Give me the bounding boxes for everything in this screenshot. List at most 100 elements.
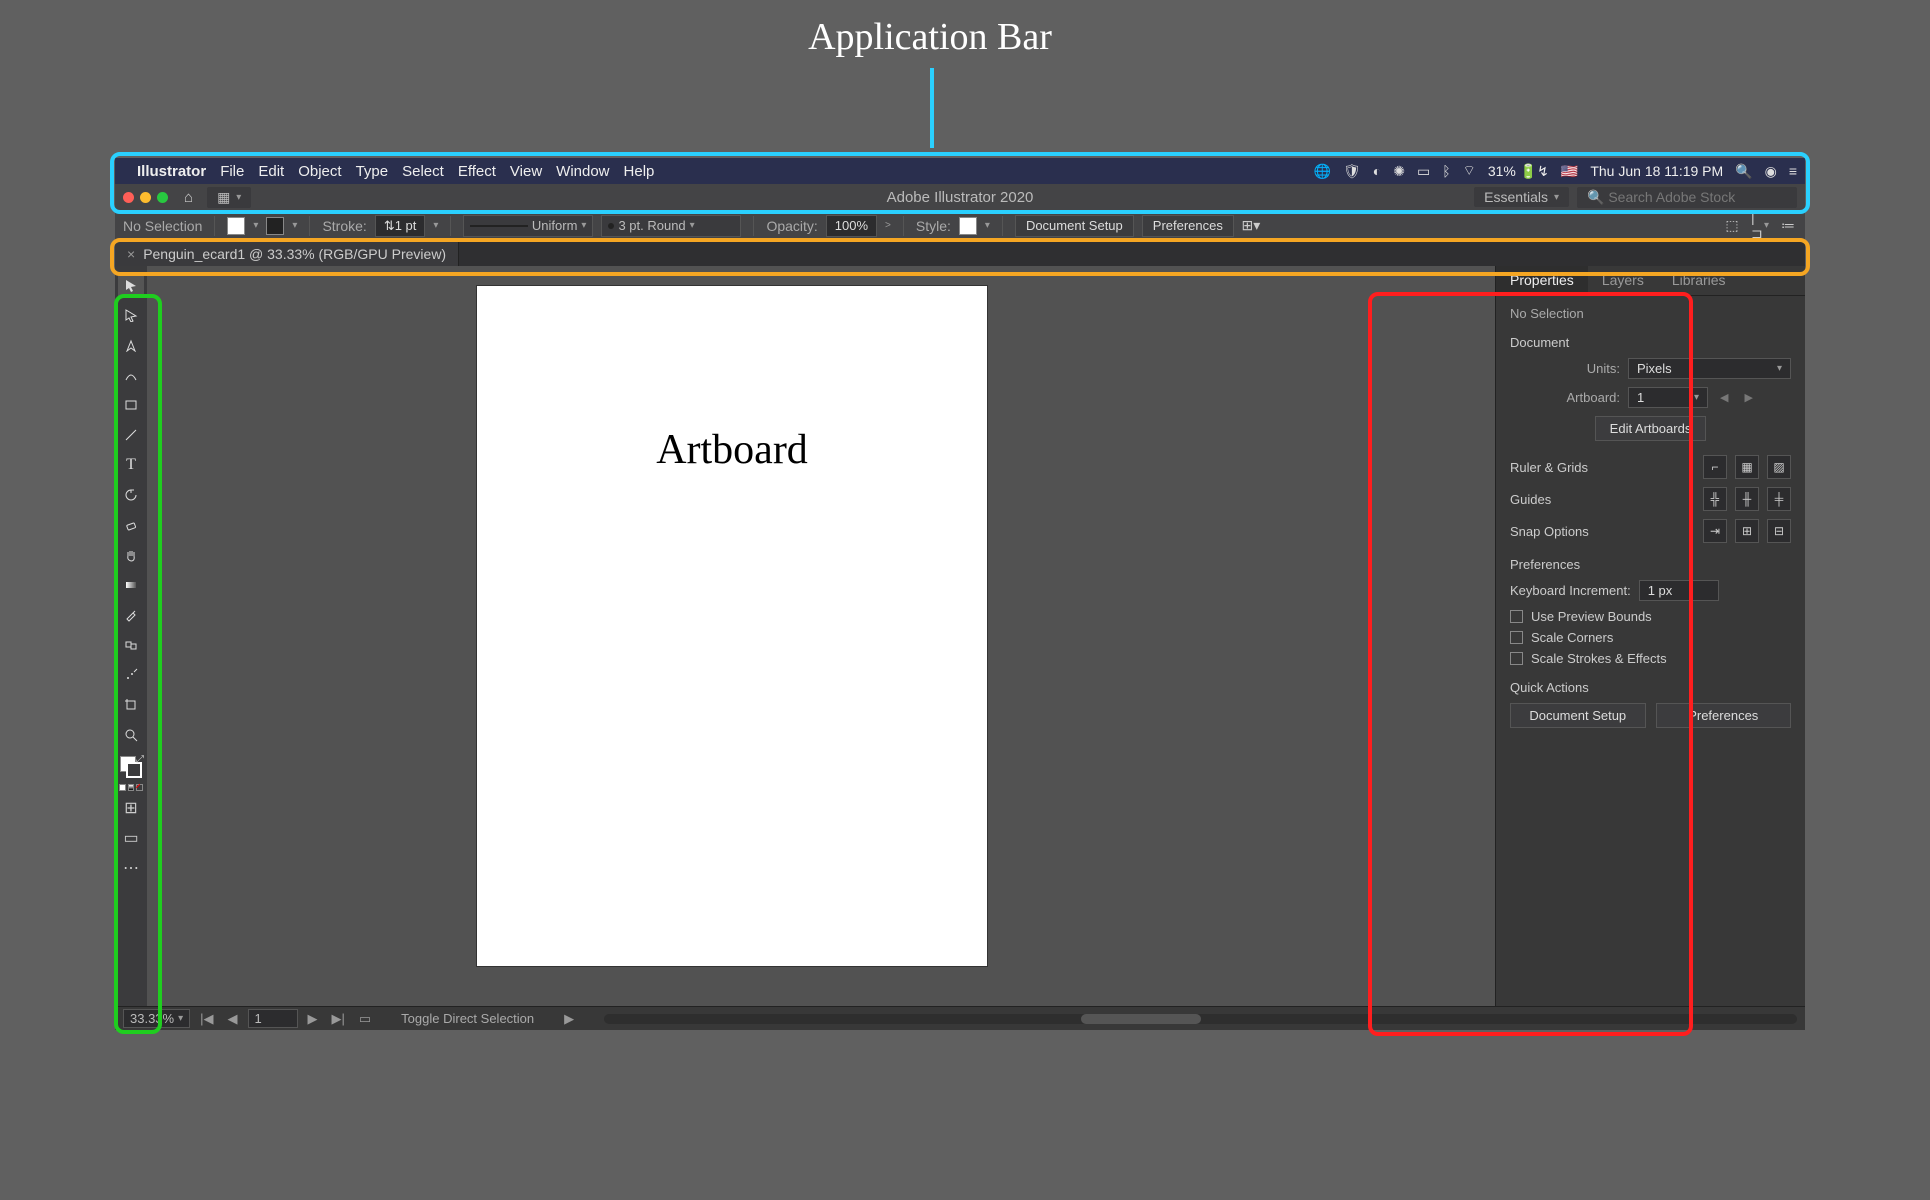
battery-status[interactable]: 31% 🔋↯ bbox=[1488, 163, 1549, 180]
variable-width-profile-dropdown[interactable]: Uniform ▾ bbox=[463, 215, 593, 237]
last-artboard-button[interactable]: ▶| bbox=[328, 1011, 349, 1027]
grid-toggle-icon[interactable]: ▦ bbox=[1735, 455, 1759, 479]
qa-document-setup-button[interactable]: Document Setup bbox=[1510, 703, 1646, 728]
use-preview-bounds-checkbox[interactable]: Use Preview Bounds bbox=[1510, 609, 1791, 624]
eraser-tool[interactable] bbox=[118, 512, 144, 538]
menu-object[interactable]: Object bbox=[298, 163, 341, 180]
snap-pixel-icon[interactable]: ⊟ bbox=[1767, 519, 1791, 543]
menu-select[interactable]: Select bbox=[402, 163, 444, 180]
globe-icon[interactable]: 🌐 bbox=[1314, 163, 1331, 180]
isolation-icon[interactable]: ⬚ bbox=[1723, 217, 1741, 235]
stroke-weight-stepper[interactable]: ⇅ 1 pt bbox=[375, 215, 426, 237]
shield-icon[interactable]: 🛡 bbox=[1343, 163, 1361, 180]
style-label[interactable]: Style: bbox=[916, 218, 951, 234]
next-artboard-nav-button[interactable]: ▶ bbox=[304, 1011, 322, 1027]
spotlight-icon[interactable]: 🔍 bbox=[1735, 163, 1752, 180]
prev-artboard-button[interactable]: ◀ bbox=[1716, 391, 1732, 404]
blend-tool[interactable] bbox=[118, 632, 144, 658]
siri-icon[interactable]: ◉ bbox=[1765, 163, 1777, 180]
zoom-level-dropdown[interactable]: 33.33% ▾ bbox=[123, 1009, 190, 1028]
type-tool[interactable]: T bbox=[118, 452, 144, 478]
preferences-button[interactable]: Preferences bbox=[1142, 215, 1234, 237]
wifi-icon[interactable]: ⌔ bbox=[1463, 162, 1476, 180]
close-tab-icon[interactable]: × bbox=[127, 246, 135, 262]
opacity-input[interactable]: 100% bbox=[826, 215, 877, 237]
tab-properties[interactable]: Properties bbox=[1496, 266, 1588, 295]
selection-tool[interactable] bbox=[118, 272, 144, 298]
screen-mode-button[interactable]: ▭ bbox=[118, 825, 144, 851]
align-panel-icon[interactable]: |⊐ ▾ bbox=[1751, 217, 1769, 235]
cc-icon[interactable]: ◐ bbox=[1373, 163, 1381, 179]
zoom-tool[interactable] bbox=[118, 722, 144, 748]
edit-artboards-button[interactable]: Edit Artboards bbox=[1595, 416, 1707, 441]
transparency-grid-icon[interactable]: ▨ bbox=[1767, 455, 1791, 479]
hand-tool[interactable] bbox=[118, 542, 144, 568]
workspace-dropdown[interactable]: Essentials ▾ bbox=[1474, 187, 1569, 207]
first-artboard-button[interactable]: |◀ bbox=[196, 1011, 217, 1027]
align-to-dropdown[interactable]: ⊞▾ bbox=[1242, 217, 1260, 235]
opacity-dropdown[interactable]: > bbox=[885, 220, 891, 231]
graphic-style-swatch[interactable] bbox=[959, 217, 977, 235]
stroke-dropdown[interactable]: ▾ bbox=[292, 220, 297, 231]
arrange-documents-button[interactable]: ▦ ▾ bbox=[207, 187, 251, 208]
color-mode-icon[interactable] bbox=[119, 784, 126, 791]
status-popup-button[interactable]: ▶ bbox=[560, 1011, 578, 1027]
line-tool[interactable] bbox=[118, 422, 144, 448]
brush-dropdown[interactable]: 3 pt. Round ▾ bbox=[601, 215, 741, 237]
more-tools-button[interactable]: ⋯ bbox=[118, 855, 144, 881]
search-stock-input[interactable]: 🔍 Search Adobe Stock bbox=[1577, 187, 1797, 208]
minimize-window-button[interactable] bbox=[140, 192, 151, 203]
fill-stroke-swatch[interactable]: ⤢ bbox=[120, 756, 142, 778]
qa-preferences-button[interactable]: Preferences bbox=[1656, 703, 1792, 728]
units-dropdown[interactable]: Pixels▾ bbox=[1628, 358, 1791, 379]
snap-point-icon[interactable]: ⇥ bbox=[1703, 519, 1727, 543]
symbol-sprayer-tool[interactable] bbox=[118, 662, 144, 688]
flag-icon[interactable]: 🇺🇸 bbox=[1561, 163, 1578, 180]
scale-strokes-checkbox[interactable]: Scale Strokes & Effects bbox=[1510, 651, 1791, 666]
edit-toolbar-button[interactable]: ⊞ bbox=[118, 795, 144, 821]
scale-corners-checkbox[interactable]: Scale Corners bbox=[1510, 630, 1791, 645]
artboard[interactable]: Artboard bbox=[477, 286, 987, 966]
datetime[interactable]: Thu Jun 18 11:19 PM bbox=[1590, 163, 1723, 179]
prev-artboard-nav-button[interactable]: ◀ bbox=[224, 1011, 242, 1027]
menu-effect[interactable]: Effect bbox=[458, 163, 496, 180]
artboard-nav-icon[interactable]: ▭ bbox=[355, 1011, 375, 1027]
gradient-tool[interactable] bbox=[118, 572, 144, 598]
tab-libraries[interactable]: Libraries bbox=[1658, 266, 1740, 295]
horizontal-scrollbar[interactable] bbox=[604, 1014, 1797, 1024]
swap-fill-stroke-icon[interactable]: ⤢ bbox=[136, 754, 144, 765]
curvature-tool[interactable] bbox=[118, 362, 144, 388]
stroke-label[interactable]: Stroke: bbox=[322, 218, 366, 234]
panel-menu-icon[interactable]: ≔ bbox=[1779, 217, 1797, 235]
menu-file[interactable]: File bbox=[220, 163, 244, 180]
snap-grid-icon[interactable]: ⊞ bbox=[1735, 519, 1759, 543]
app-name[interactable]: Illustrator bbox=[137, 163, 206, 180]
artboard-dropdown[interactable]: 1▾ bbox=[1628, 387, 1708, 408]
pen-tool[interactable] bbox=[118, 332, 144, 358]
document-tab[interactable]: × Penguin_ecard1 @ 33.33% (RGB/GPU Previ… bbox=[115, 241, 459, 266]
home-icon[interactable]: ⌂ bbox=[184, 189, 193, 206]
eyedropper-tool[interactable] bbox=[118, 602, 144, 628]
bluetooth-icon[interactable]: ᛒ bbox=[1442, 163, 1450, 179]
display-icon[interactable]: ▭ bbox=[1417, 163, 1430, 180]
keyboard-increment-input[interactable]: 1 px bbox=[1639, 580, 1719, 601]
direct-selection-tool[interactable] bbox=[118, 302, 144, 328]
fill-dropdown[interactable]: ▾ bbox=[253, 220, 258, 231]
control-center-icon[interactable]: ≡ bbox=[1789, 163, 1797, 179]
fan-icon[interactable]: ✺ bbox=[1393, 163, 1405, 180]
stroke-weight-dropdown[interactable]: ▾ bbox=[433, 220, 438, 231]
style-dropdown[interactable]: ▾ bbox=[985, 220, 990, 231]
fill-swatch[interactable] bbox=[227, 217, 245, 235]
rectangle-tool[interactable] bbox=[118, 392, 144, 418]
canvas[interactable]: Artboard bbox=[147, 266, 1495, 1006]
menu-help[interactable]: Help bbox=[624, 163, 655, 180]
gradient-mode-icon[interactable] bbox=[128, 784, 135, 791]
opacity-label[interactable]: Opacity: bbox=[766, 218, 817, 234]
smart-guides-icon[interactable]: ╪ bbox=[1767, 487, 1791, 511]
menu-window[interactable]: Window bbox=[556, 163, 609, 180]
menu-type[interactable]: Type bbox=[356, 163, 389, 180]
none-mode-icon[interactable] bbox=[136, 784, 143, 791]
guides-lock-icon[interactable]: ╫ bbox=[1735, 487, 1759, 511]
guides-show-icon[interactable]: ╬ bbox=[1703, 487, 1727, 511]
zoom-window-button[interactable] bbox=[157, 192, 168, 203]
